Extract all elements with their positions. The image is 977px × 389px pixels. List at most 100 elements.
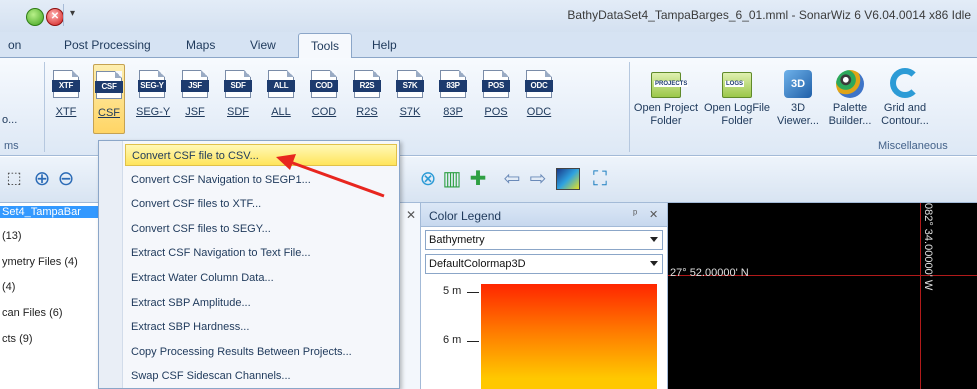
- add-layer-icon[interactable]: ✚: [466, 167, 490, 191]
- chevron-down-icon: [650, 237, 658, 242]
- open-project-folder-button[interactable]: PROJECTS Open Project Folder: [633, 64, 699, 136]
- open-project-label-2: Folder: [650, 115, 682, 127]
- format-button-pos[interactable]: POS POS: [480, 64, 512, 134]
- menu-item[interactable]: Extract SBP Hardness...: [125, 316, 397, 338]
- menu-item[interactable]: Extract Water Column Data...: [125, 267, 397, 289]
- grid-contour-button[interactable]: Grid and Contour...: [880, 64, 930, 136]
- document-icon: S7K: [396, 70, 424, 98]
- zoom-out-icon[interactable]: ⊖: [54, 167, 78, 191]
- ribbon-tab-row: on Post Processing Maps View Tools Help: [0, 32, 977, 59]
- menu-item[interactable]: Extract CSF Navigation to Text File...: [125, 242, 397, 264]
- menu-item[interactable]: Extract SBP Amplitude...: [125, 292, 397, 314]
- partial-ribbon-button-label[interactable]: o...: [2, 114, 17, 126]
- title-bar: ✕ ▾ BathyDataSet4_TampaBarges_6_01.mml -…: [0, 0, 977, 32]
- format-button-jsf[interactable]: JSF JSF: [179, 64, 211, 134]
- format-button-seg-y[interactable]: SEG-Y SEG-Y: [136, 64, 171, 134]
- map-view[interactable]: 27° 52.00000' N 082° 34.00000' W: [668, 203, 977, 389]
- menu-item[interactable]: Convert CSF files to SEGY...: [125, 218, 397, 240]
- tab-help[interactable]: Help: [372, 38, 397, 52]
- legend-tick-label: 6 m: [443, 334, 462, 346]
- palette-icon: [836, 70, 864, 98]
- menu-item[interactable]: Convert CSF files to XTF...: [125, 193, 397, 215]
- colormap-select[interactable]: DefaultColormap3D: [425, 254, 663, 274]
- palette-builder-button[interactable]: Palette Builder...: [826, 64, 874, 136]
- format-button-xtf[interactable]: XTF XTF: [50, 64, 82, 134]
- document-icon: ALL: [267, 70, 295, 98]
- tab-partial[interactable]: on: [8, 38, 21, 52]
- palette-label-2: Builder...: [828, 115, 872, 127]
- 3d-viewer-label-1: 3D: [790, 102, 806, 114]
- format-button-label: XTF: [55, 106, 77, 118]
- folder-icon: PROJECTS: [651, 72, 689, 98]
- back-arrow-icon[interactable]: ⇦: [500, 167, 524, 191]
- menu-item[interactable]: Convert CSF Navigation to SEGP1...: [125, 169, 397, 191]
- format-button-csf[interactable]: CSF CSF: [93, 64, 125, 134]
- tab-maps[interactable]: Maps: [186, 38, 215, 52]
- window-title: BathyDataSet4_TampaBarges_6_01.mml - Son…: [567, 8, 971, 22]
- tree-item[interactable]: (4): [2, 281, 15, 293]
- colormap-icon[interactable]: [556, 168, 580, 190]
- tab-post-processing[interactable]: Post Processing: [64, 38, 151, 52]
- customize-quick-access-icon[interactable]: ▾: [70, 8, 75, 19]
- zoom-layer-icon[interactable]: ⊗: [416, 167, 440, 191]
- menu-item[interactable]: Convert CSF file to CSV...: [125, 144, 397, 166]
- contour-icon: [890, 68, 920, 98]
- format-badge: S7K: [396, 80, 424, 92]
- format-button-s7k[interactable]: S7K S7K: [394, 64, 426, 134]
- grid-label-2: Contour...: [881, 115, 929, 127]
- format-button-83p[interactable]: 83P 83P: [437, 64, 469, 134]
- partial-group-footer: ms: [4, 140, 19, 152]
- format-badge: R2S: [353, 80, 381, 92]
- close-icon[interactable]: ✕: [46, 8, 64, 26]
- app-orb-icon[interactable]: [26, 8, 44, 26]
- grid-lines-icon[interactable]: ▥: [440, 167, 464, 191]
- close-pane-icon[interactable]: ✕: [406, 208, 416, 222]
- group-separator: [44, 62, 45, 152]
- pointer-icon[interactable]: ⛶: [588, 167, 612, 191]
- select-rectangle-icon[interactable]: ⬚: [2, 167, 26, 191]
- legend-header: Color Legend ᵖ ✕: [421, 203, 667, 227]
- format-button-label: R2S: [356, 106, 378, 118]
- layer-select[interactable]: Bathymetry: [425, 230, 663, 250]
- pin-icon[interactable]: ᵖ: [633, 208, 637, 220]
- format-button-r2s[interactable]: R2S R2S: [351, 64, 383, 134]
- latitude-label: 27° 52.00000' N: [670, 267, 749, 279]
- format-badge: SDF: [224, 80, 252, 92]
- 3d-viewer-button[interactable]: 3D 3D Viewer...: [776, 64, 820, 136]
- zoom-in-icon[interactable]: ⊕: [30, 167, 54, 191]
- 3d-viewer-label-2: Viewer...: [777, 115, 819, 127]
- document-icon: COD: [310, 70, 338, 98]
- close-icon[interactable]: ✕: [649, 208, 658, 221]
- tree-item[interactable]: Set4_TampaBar: [0, 206, 99, 218]
- format-button-all[interactable]: ALL ALL: [265, 64, 297, 134]
- csf-dropdown-menu: Convert CSF file to CSV... Convert CSF Na…: [98, 140, 400, 389]
- menu-item[interactable]: Swap CSF Sidescan Channels...: [125, 365, 397, 387]
- tab-view[interactable]: View: [250, 38, 276, 52]
- format-button-label: ALL: [271, 106, 291, 118]
- format-button-label: S7K: [399, 106, 421, 118]
- tree-item[interactable]: cts (9): [2, 333, 33, 345]
- group-separator: [629, 62, 630, 152]
- misc-group-footer: Miscellaneous: [878, 140, 948, 152]
- tree-item[interactable]: can Files (6): [2, 307, 63, 319]
- longitude-gridline: [920, 203, 921, 389]
- legend-color-gradient: [481, 284, 657, 389]
- format-button-label: COD: [311, 106, 337, 118]
- tree-item[interactable]: ymetry Files (4): [2, 256, 78, 268]
- menu-item[interactable]: Copy Processing Results Between Projects…: [125, 341, 397, 363]
- project-tree: Set4_TampaBar (13) ymetry Files (4) (4) can …: [0, 203, 100, 389]
- open-logfile-folder-button[interactable]: LOGS Open LogFile Folder: [704, 64, 770, 136]
- format-button-label: SDF: [227, 106, 249, 118]
- tree-item[interactable]: (13): [2, 230, 22, 242]
- format-button-cod[interactable]: COD COD: [308, 64, 340, 134]
- format-badge: POS: [482, 80, 510, 92]
- forward-arrow-icon[interactable]: ⇨: [526, 167, 550, 191]
- format-button-sdf[interactable]: SDF SDF: [222, 64, 254, 134]
- format-button-odc[interactable]: ODC ODC: [523, 64, 555, 134]
- document-icon: JSF: [181, 70, 209, 98]
- legend-tick-label: 5 m: [443, 285, 462, 297]
- format-button-label: SEG-Y: [136, 106, 171, 118]
- open-logfile-label-1: Open LogFile: [704, 102, 771, 114]
- tab-tools[interactable]: Tools: [298, 33, 353, 59]
- 3d-cube-icon: 3D: [784, 70, 812, 98]
